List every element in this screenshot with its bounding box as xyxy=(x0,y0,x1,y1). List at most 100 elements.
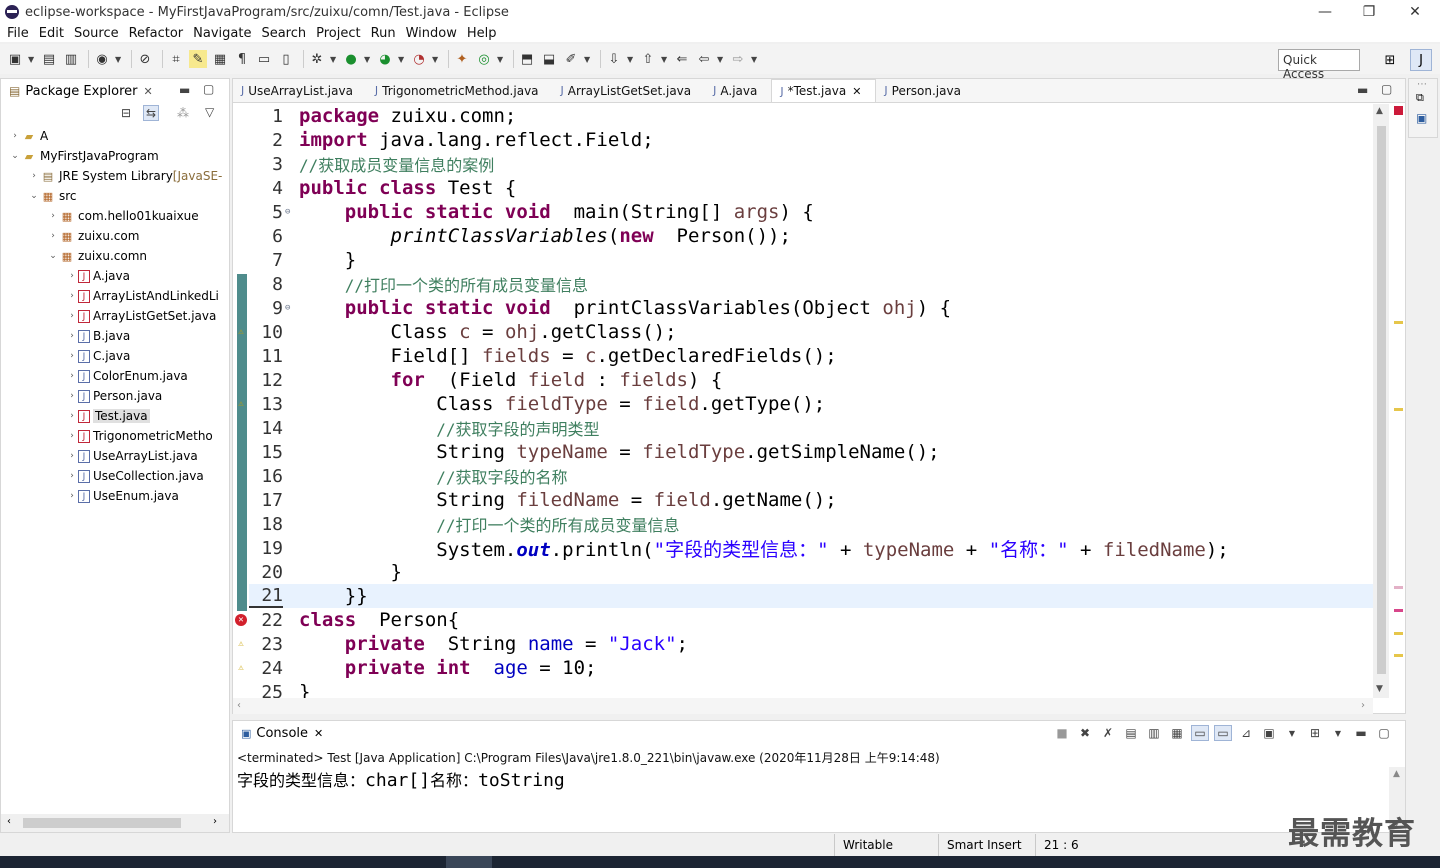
open-type-icon[interactable]: ⬒ xyxy=(518,50,536,68)
close-button[interactable]: ✕ xyxy=(1392,0,1438,24)
collapsed-arrow-icon[interactable]: › xyxy=(47,211,59,221)
forward-dropdown-icon[interactable]: ▼ xyxy=(751,55,759,64)
coverage-icon[interactable]: ◕ xyxy=(376,50,394,68)
collapsed-arrow-icon[interactable]: › xyxy=(66,311,78,321)
external-tools-icon[interactable]: ◔ xyxy=(410,50,428,68)
collapsed-arrow-icon[interactable]: › xyxy=(9,131,21,141)
code-line[interactable]: 16 //获取字段的名称 xyxy=(249,464,1373,488)
terminal-icon[interactable]: ⌗ xyxy=(167,50,185,68)
scroll-down-icon[interactable]: ▼ xyxy=(1376,684,1383,694)
taskbar-active-item[interactable] xyxy=(446,856,492,868)
tree-item[interactable]: › J Test.java xyxy=(1,406,229,426)
restore-icon[interactable]: ⧉ xyxy=(1416,91,1424,105)
tree-item[interactable]: › J Person.java xyxy=(1,386,229,406)
warning-marker[interactable] xyxy=(1394,632,1403,635)
scroll-lock-icon[interactable]: ▥ xyxy=(1145,725,1163,741)
back-icon[interactable]: ⇦ xyxy=(695,50,713,68)
remove-launch-icon[interactable]: ✖ xyxy=(1076,725,1094,741)
code-line[interactable]: 7 } xyxy=(249,248,1373,272)
new-java-class-icon[interactable]: ◎ xyxy=(475,50,493,68)
code-line[interactable]: 19 System.out.println("字段的类型信息：" + typeN… xyxy=(249,536,1373,561)
link-with-editor-icon[interactable]: ⇆ xyxy=(143,105,160,121)
minimize-button[interactable]: — xyxy=(1302,0,1348,24)
code-line[interactable]: 17 String filedName = field.getName(); xyxy=(249,488,1373,512)
code-line[interactable]: 14 //获取字段的声明类型 xyxy=(249,416,1373,440)
expanded-arrow-icon[interactable]: ⌄ xyxy=(9,151,21,161)
collapsed-arrow-icon[interactable]: › xyxy=(66,451,78,461)
code-line[interactable]: 15 String typeName = fieldType.getSimple… xyxy=(249,440,1373,464)
code-line[interactable]: 8 //打印一个类的所有成员变量信息 xyxy=(249,272,1373,296)
collapsed-arrow-icon[interactable]: › xyxy=(66,471,78,481)
debug-dropdown-icon[interactable]: ▼ xyxy=(330,55,338,64)
collapsed-arrow-icon[interactable]: › xyxy=(66,271,78,281)
close-console-icon[interactable]: ✕ xyxy=(314,727,323,740)
editor-horizontal-scrollbar[interactable]: ‹ › xyxy=(233,698,1373,714)
editor-tab[interactable]: J UseArrayList.java xyxy=(233,79,367,102)
skip-breakpoints-icon[interactable]: ⊘ xyxy=(136,50,154,68)
external-tools-dropdown-icon[interactable]: ▼ xyxy=(432,55,440,64)
warning-marker[interactable] xyxy=(1394,654,1403,657)
run-icon[interactable]: ● xyxy=(342,50,360,68)
search-dropdown-icon[interactable]: ▼ xyxy=(584,55,592,64)
quick-access-input[interactable]: Quick Access xyxy=(1278,49,1360,81)
menu-project[interactable]: Project xyxy=(313,26,367,41)
tree-item[interactable]: › ▤ JRE System Library [JavaSE- xyxy=(1,166,229,186)
editor-scrollbar-thumb[interactable] xyxy=(1377,126,1386,674)
editor-tab[interactable]: J ArrayListGetSet.java xyxy=(553,79,706,102)
menu-search[interactable]: Search xyxy=(258,26,313,41)
package-explorer-scrollbar[interactable]: ‹ › xyxy=(1,814,229,832)
close-view-icon[interactable]: ✕ xyxy=(144,85,153,98)
open-console-dropdown-icon[interactable]: ▼ xyxy=(1329,725,1347,741)
tree-item[interactable]: › ▰ A xyxy=(1,126,229,146)
fold-icon[interactable]: ⊖ xyxy=(283,303,299,313)
code-line[interactable]: 25} xyxy=(249,680,1373,698)
collapsed-arrow-icon[interactable]: › xyxy=(28,171,40,181)
code-line[interactable]: 12 for (Field field : fields) { xyxy=(249,368,1373,392)
last-edit-icon[interactable]: ⇐ xyxy=(673,50,691,68)
warning-icon[interactable]: ⚠ xyxy=(235,398,247,410)
code-area[interactable]: 1 package zuixu.comn; 2 import java.lang.re… xyxy=(233,104,1373,698)
error-overview-icon[interactable] xyxy=(1394,106,1403,115)
open-console-icon[interactable]: ⊞ xyxy=(1306,725,1324,741)
tree-item[interactable]: › J UseCollection.java xyxy=(1,466,229,486)
tree-item[interactable]: › J UseEnum.java xyxy=(1,486,229,506)
code-line[interactable]: 24 private int age = 10; ⚠ xyxy=(238,656,1373,680)
open-task-icon[interactable]: ⬓ xyxy=(540,50,558,68)
scroll-left-icon[interactable]: ‹ xyxy=(237,700,241,711)
code-line[interactable]: 4 public class Test { xyxy=(249,176,1373,200)
show-on-stdout-icon[interactable]: ▭ xyxy=(1191,725,1209,741)
view-menu-icon[interactable]: ▽ xyxy=(205,105,214,119)
console-output[interactable]: 字段的类型信息：char[]名称：toString xyxy=(237,767,565,791)
tree-item[interactable]: › J TrigonometricMetho xyxy=(1,426,229,446)
expanded-arrow-icon[interactable]: ⌄ xyxy=(47,251,59,261)
next-annotation-icon[interactable]: ⇩ xyxy=(605,50,623,68)
expanded-arrow-icon[interactable]: ⌄ xyxy=(28,191,40,201)
editor-tab[interactable]: J *Test.java ✕ xyxy=(771,79,877,102)
editor-vertical-scrollbar[interactable]: ▲ ▼ xyxy=(1373,104,1389,698)
menu-source[interactable]: Source xyxy=(71,26,126,41)
tree-item[interactable]: › J B.java xyxy=(1,326,229,346)
code-line[interactable]: 22 class Person{✕ xyxy=(235,608,1373,632)
display-console-icon[interactable]: ▣ xyxy=(1260,725,1278,741)
menu-file[interactable]: File xyxy=(4,26,36,41)
warning-icon[interactable]: ⚠ xyxy=(235,326,247,338)
clear-console-icon[interactable]: ▤ xyxy=(1122,725,1140,741)
debug-config-dropdown-icon[interactable]: ▼ xyxy=(115,55,123,64)
scroll-right-icon[interactable]: › xyxy=(213,816,217,827)
maximize-button[interactable]: ❐ xyxy=(1346,0,1392,24)
tree-item[interactable]: › J C.java xyxy=(1,346,229,366)
code-line[interactable]: 21 }} xyxy=(249,584,1373,608)
package-explorer-tab[interactable]: ▤ Package Explorer ✕ xyxy=(1,79,229,103)
show-whitespace-icon[interactable]: ¶ xyxy=(233,50,251,68)
code-line[interactable]: 10 Class c = ohj.getClass(); ⚠ xyxy=(238,320,1373,344)
collapsed-arrow-icon[interactable]: › xyxy=(66,391,78,401)
code-line[interactable]: 2 import java.lang.reflect.Field; xyxy=(249,128,1373,152)
show-on-stderr-icon[interactable]: ▭ xyxy=(1214,725,1232,741)
scroll-up-icon[interactable]: ▲ xyxy=(1376,106,1383,116)
prev-annotation-icon[interactable]: ⇧ xyxy=(639,50,657,68)
minimize-view-icon[interactable]: ▬ xyxy=(179,83,190,97)
tree-item[interactable]: ⌄ ▰ MyFirstJavaProgram xyxy=(1,146,229,166)
collapsed-arrow-icon[interactable]: › xyxy=(66,331,78,341)
code-line[interactable]: 9 ⊖ public static void printClassVariable… xyxy=(249,296,1373,320)
back-dropdown-icon[interactable]: ▼ xyxy=(717,55,725,64)
